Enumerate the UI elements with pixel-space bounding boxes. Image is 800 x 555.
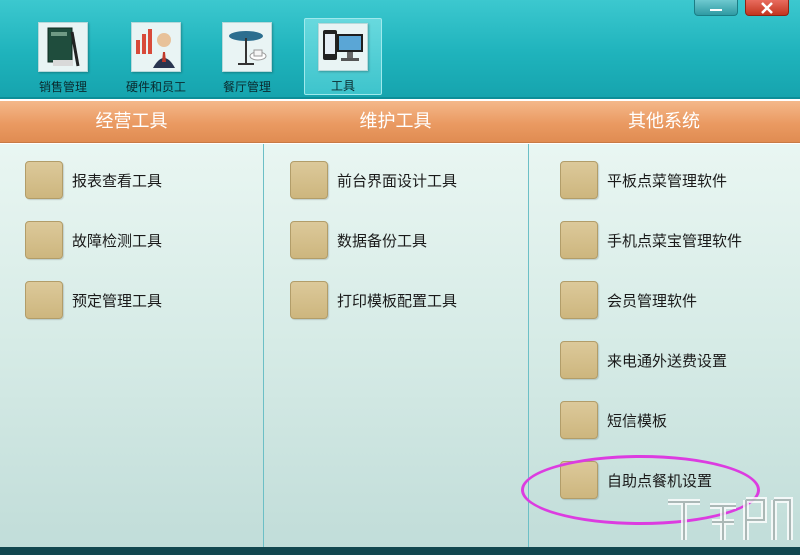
- nav-label: 硬件和员工: [125, 80, 186, 94]
- tool-data-backup[interactable]: 数据备份工具: [290, 220, 427, 260]
- tool-icon: [560, 461, 598, 499]
- tool-icon: [25, 161, 63, 199]
- devices-icon: [318, 23, 368, 71]
- top-toolbar: 销售管理 硬件和员工 餐厅管理 工具: [0, 0, 800, 99]
- tool-label: 手机点菜宝管理软件: [607, 231, 743, 250]
- tool-icon: [560, 221, 598, 259]
- section-header-band: 经营工具 维护工具 其他系统: [0, 101, 800, 143]
- tool-icon: [290, 221, 328, 259]
- tool-icon: [560, 341, 598, 379]
- nav-tools[interactable]: 工具: [304, 18, 382, 95]
- tool-sms-template[interactable]: 短信模板: [560, 400, 667, 440]
- tool-caller-delivery-fee[interactable]: 来电通外送费设置: [560, 340, 727, 380]
- minimize-icon: [710, 8, 722, 11]
- tool-label: 平板点菜管理软件: [607, 171, 728, 190]
- tool-print-template-config[interactable]: 打印模板配置工具: [290, 280, 457, 320]
- tool-label: 来电通外送费设置: [607, 351, 728, 370]
- tool-label: 打印模板配置工具: [337, 291, 458, 310]
- column-divider: [528, 144, 529, 547]
- tool-label: 短信模板: [607, 411, 668, 430]
- tool-icon: [25, 221, 63, 259]
- tool-label: 前台界面设计工具: [337, 171, 458, 190]
- tool-icon: [25, 281, 63, 319]
- tool-report-viewer[interactable]: 报表查看工具: [25, 160, 162, 200]
- tool-icon: [560, 161, 598, 199]
- tool-icon: [560, 281, 598, 319]
- tool-label: 故障检测工具: [72, 231, 163, 250]
- minimize-button[interactable]: [694, 0, 738, 16]
- tool-member-management[interactable]: 会员管理软件: [560, 280, 697, 320]
- tool-self-service-kiosk[interactable]: 自助点餐机设置: [560, 460, 712, 500]
- nav-label: 餐厅管理: [222, 80, 271, 94]
- nav-hardware-staff[interactable]: 硬件和员工: [117, 18, 195, 95]
- tool-label: 自助点餐机设置: [607, 471, 713, 490]
- tool-icon: [290, 281, 328, 319]
- staff-chart-icon: [131, 22, 181, 72]
- tool-tablet-ordering[interactable]: 平板点菜管理软件: [560, 160, 727, 200]
- nav-label: 销售管理: [38, 80, 87, 94]
- tool-label: 报表查看工具: [72, 171, 163, 190]
- status-bar: [0, 547, 800, 555]
- tool-label: 数据备份工具: [337, 231, 428, 250]
- tool-label: 会员管理软件: [607, 291, 698, 310]
- section-title-maintenance-tools: 维护工具: [359, 111, 432, 132]
- nav-label: 工具: [330, 79, 355, 93]
- tool-label: 预定管理工具: [72, 291, 163, 310]
- tool-icon: [290, 161, 328, 199]
- cafe-table-icon: [222, 22, 272, 72]
- section-title-business-tools: 经营工具: [95, 111, 168, 132]
- close-icon: [761, 1, 773, 14]
- column-divider: [263, 144, 264, 547]
- nav-sales-management[interactable]: 销售管理: [24, 18, 102, 95]
- nav-restaurant-management[interactable]: 餐厅管理: [208, 18, 286, 95]
- tool-fault-detection[interactable]: 故障检测工具: [25, 220, 162, 260]
- tool-frontend-designer[interactable]: 前台界面设计工具: [290, 160, 457, 200]
- ledger-book-icon: [38, 22, 88, 72]
- section-title-other-systems: 其他系统: [628, 111, 700, 132]
- tool-mobile-ordering[interactable]: 手机点菜宝管理软件: [560, 220, 742, 260]
- tool-reservation-management[interactable]: 预定管理工具: [25, 280, 162, 320]
- close-button[interactable]: [745, 0, 789, 16]
- tool-icon: [560, 401, 598, 439]
